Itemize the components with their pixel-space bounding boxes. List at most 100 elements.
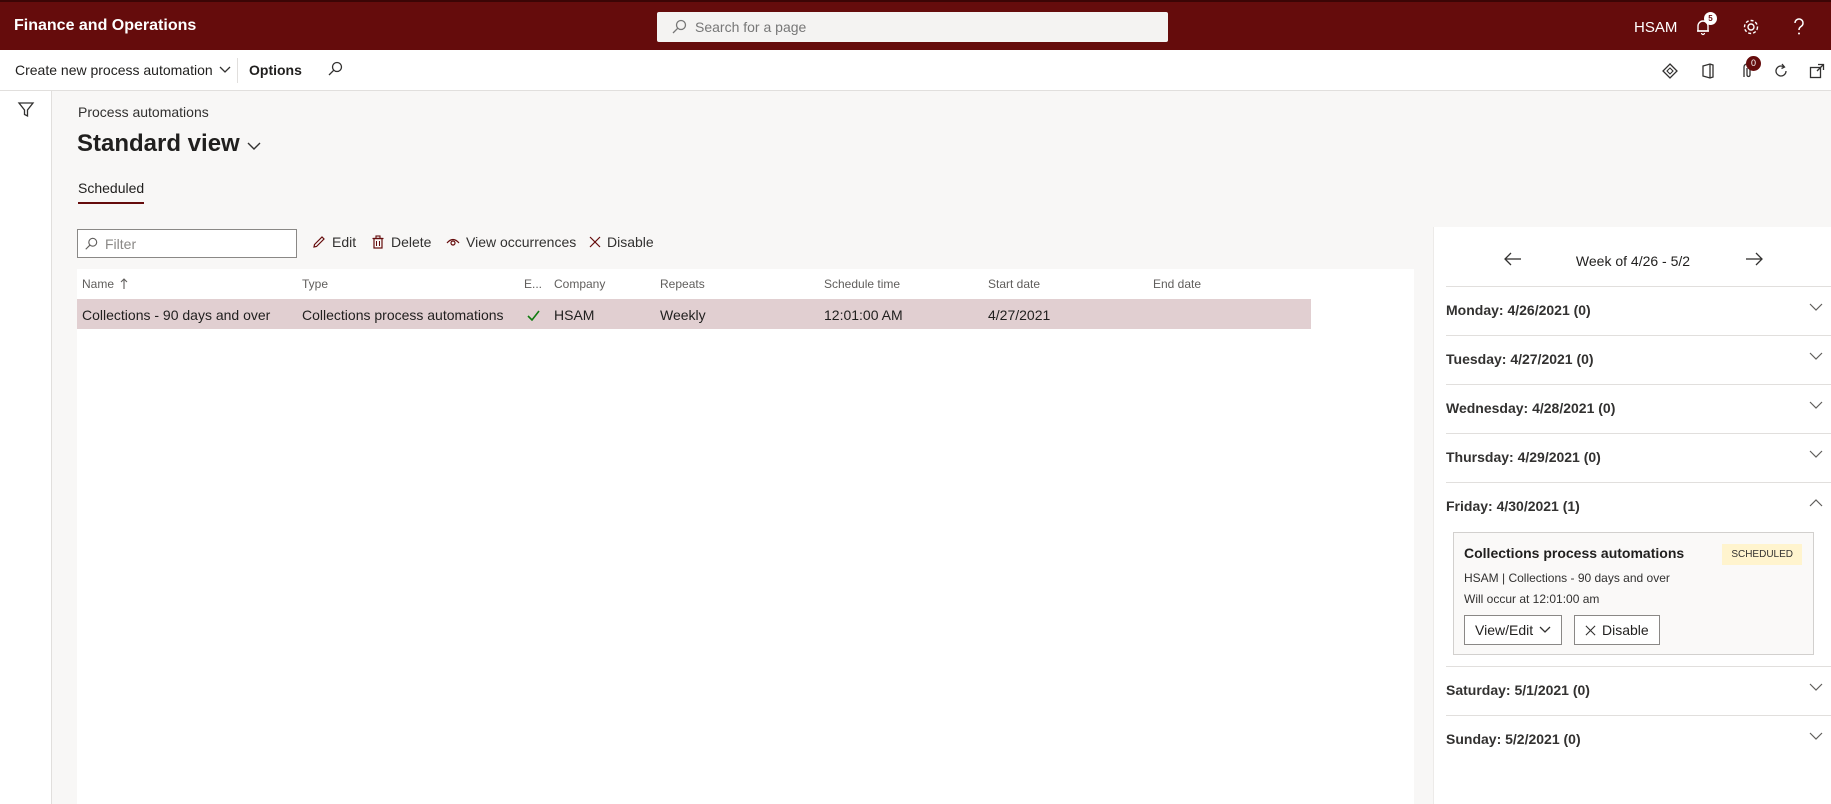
edit-button[interactable]: Edit bbox=[312, 234, 356, 250]
day-row-friday[interactable]: Friday: 4/30/2021 (1) bbox=[1446, 482, 1831, 531]
create-new-process-automation-button[interactable]: Create new process automation bbox=[15, 62, 231, 78]
schedules-grid: Name Type E... Company Repeats Schedule … bbox=[77, 269, 1414, 804]
refresh-icon bbox=[1775, 63, 1787, 77]
notifications-button[interactable]: 5 bbox=[1692, 12, 1717, 38]
diamond-icon bbox=[1662, 63, 1678, 79]
cell-name[interactable]: Collections - 90 days and over bbox=[82, 307, 270, 323]
event-details: HSAM | Collections - 90 days and over bbox=[1464, 571, 1670, 585]
help-button[interactable] bbox=[1788, 16, 1810, 38]
app-title[interactable]: Finance and Operations bbox=[14, 17, 196, 35]
day-label: Saturday: 5/1/2021 (0) bbox=[1446, 682, 1590, 698]
close-icon bbox=[1585, 625, 1596, 635]
next-week-button[interactable] bbox=[1745, 252, 1765, 272]
view-occurrences-label: View occurrences bbox=[466, 234, 577, 250]
disable-button[interactable]: Disable bbox=[589, 234, 654, 250]
office-button[interactable] bbox=[1697, 60, 1719, 82]
week-navigator: Week of 4/26 - 5/2 bbox=[1434, 227, 1831, 287]
cell-company: HSAM bbox=[554, 307, 595, 323]
page-search-input[interactable]: Search for a page bbox=[657, 12, 1168, 42]
gear-icon bbox=[1743, 19, 1759, 35]
chevron-down-icon bbox=[1809, 450, 1823, 458]
column-header-enabled[interactable]: E... bbox=[524, 277, 542, 291]
popout-icon bbox=[1809, 63, 1825, 79]
create-label: Create new process automation bbox=[15, 62, 213, 78]
day-row-sunday[interactable]: Sunday: 5/2/2021 (0) bbox=[1446, 715, 1831, 764]
edit-label: Edit bbox=[332, 234, 357, 250]
cell-enabled bbox=[527, 308, 540, 324]
chevron-down-icon bbox=[1809, 683, 1823, 691]
day-label: Tuesday: 4/27/2021 (0) bbox=[1446, 351, 1594, 367]
chevron-down-icon bbox=[1809, 732, 1823, 740]
options-button[interactable]: Options bbox=[249, 62, 302, 78]
chevron-down-icon bbox=[1809, 303, 1823, 311]
chevron-down-icon bbox=[247, 142, 261, 150]
chevron-up-icon bbox=[1809, 499, 1823, 507]
disable-label: Disable bbox=[1602, 622, 1649, 638]
column-header-name[interactable]: Name bbox=[82, 277, 128, 291]
attachments-count-badge: 0 bbox=[1746, 56, 1761, 71]
power-apps-button[interactable] bbox=[1659, 60, 1681, 82]
eye-icon bbox=[446, 238, 460, 246]
column-label: Name bbox=[82, 277, 115, 291]
day-row-wednesday[interactable]: Wednesday: 4/28/2021 (0) bbox=[1446, 384, 1831, 433]
top-nav-bar: Finance and Operations Search for a page… bbox=[0, 0, 1831, 50]
view-edit-button[interactable]: View/Edit bbox=[1464, 615, 1563, 645]
day-label: Wednesday: 4/28/2021 (0) bbox=[1446, 400, 1616, 416]
column-header-type[interactable]: Type bbox=[302, 277, 328, 291]
cell-type: Collections process automations bbox=[302, 307, 504, 323]
event-card: Collections process automations SCHEDULE… bbox=[1453, 532, 1814, 655]
column-header-schedule-time[interactable]: Schedule time bbox=[824, 277, 900, 291]
filter-pane-button[interactable] bbox=[17, 101, 35, 122]
notification-count-badge: 5 bbox=[1704, 12, 1717, 25]
settings-button[interactable] bbox=[1740, 16, 1762, 38]
status-badge: SCHEDULED bbox=[1722, 544, 1802, 565]
column-header-company[interactable]: Company bbox=[554, 277, 605, 291]
breadcrumb[interactable]: Process automations bbox=[78, 104, 209, 120]
chevron-down-icon bbox=[1809, 401, 1823, 409]
chevron-down-icon bbox=[1809, 352, 1823, 360]
event-disable-button[interactable]: Disable bbox=[1574, 615, 1660, 645]
column-header-repeats[interactable]: Repeats bbox=[660, 277, 705, 291]
action-separator bbox=[237, 58, 238, 83]
checkmark-icon bbox=[527, 310, 540, 322]
table-row[interactable]: Collections - 90 days and over Collectio… bbox=[77, 299, 1311, 329]
grid-filter-input[interactable]: Filter bbox=[77, 229, 297, 258]
pencil-icon bbox=[313, 236, 325, 248]
view-selector[interactable]: Standard view bbox=[77, 130, 261, 158]
grid-header: Name Type E... Company Repeats Schedule … bbox=[77, 269, 1414, 299]
day-row-monday[interactable]: Monday: 4/26/2021 (0) bbox=[1446, 286, 1831, 335]
column-header-start-date[interactable]: Start date bbox=[988, 277, 1040, 291]
cell-start-date: 4/27/2021 bbox=[988, 307, 1051, 323]
view-edit-label: View/Edit bbox=[1475, 622, 1534, 638]
day-row-tuesday[interactable]: Tuesday: 4/27/2021 (0) bbox=[1446, 335, 1831, 384]
cell-repeats: Weekly bbox=[660, 307, 706, 323]
company-picker[interactable]: HSAM bbox=[1634, 19, 1677, 36]
event-title: Collections process automations bbox=[1464, 545, 1685, 561]
arrow-right-icon bbox=[1746, 252, 1763, 266]
cell-schedule-time: 12:01:00 AM bbox=[824, 307, 903, 323]
trash-icon bbox=[372, 235, 384, 249]
day-row-saturday[interactable]: Saturday: 5/1/2021 (0) bbox=[1446, 666, 1831, 715]
search-icon bbox=[85, 237, 98, 250]
refresh-button[interactable] bbox=[1770, 60, 1792, 82]
tab-scheduled[interactable]: Scheduled bbox=[78, 180, 145, 204]
delete-button[interactable]: Delete bbox=[371, 234, 431, 250]
action-pane: Create new process automation Options 0 bbox=[0, 50, 1831, 91]
funnel-icon bbox=[17, 102, 35, 118]
action-search-button[interactable] bbox=[327, 61, 343, 77]
day-row-thursday[interactable]: Thursday: 4/29/2021 (0) bbox=[1446, 433, 1831, 482]
search-placeholder: Search for a page bbox=[695, 19, 807, 35]
day-label: Friday: 4/30/2021 (1) bbox=[1446, 498, 1580, 514]
close-icon bbox=[589, 236, 601, 248]
left-filter-rail bbox=[0, 91, 52, 804]
view-occurrences-button[interactable]: View occurrences bbox=[446, 234, 576, 250]
event-occurrence-time: Will occur at 12:01:00 am bbox=[1464, 592, 1600, 606]
day-label: Monday: 4/26/2021 (0) bbox=[1446, 302, 1591, 318]
disable-label: Disable bbox=[607, 234, 654, 250]
search-icon bbox=[328, 61, 343, 76]
calendar-panel: Week of 4/26 - 5/2 Monday: 4/26/2021 (0)… bbox=[1433, 227, 1831, 804]
column-header-end-date[interactable]: End date bbox=[1153, 277, 1201, 291]
day-label: Sunday: 5/2/2021 (0) bbox=[1446, 731, 1581, 747]
attachments-button[interactable]: 0 bbox=[1736, 56, 1761, 82]
open-in-new-window-button[interactable] bbox=[1806, 60, 1828, 82]
